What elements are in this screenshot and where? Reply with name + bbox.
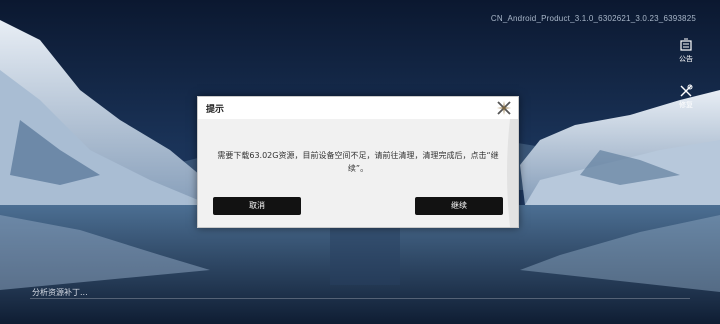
dialog-title: 提示 <box>206 105 225 115</box>
dialog-edge-decoration <box>507 119 518 227</box>
status-text: 分析资源补丁... <box>32 288 88 297</box>
continue-button[interactable]: 继续 <box>415 197 503 215</box>
dialog-body: 需要下载63.02G资源，目前设备空间不足，请前往清理，清理完成后，点击“继续”… <box>198 119 518 227</box>
close-button[interactable] <box>495 99 513 117</box>
notice-label: 公告 <box>679 55 693 63</box>
dialog-message: 需要下载63.02G资源，目前设备空间不足，请前往清理，清理完成后，点击“继续”… <box>217 151 499 173</box>
close-icon <box>497 101 511 115</box>
repair-label: 修复 <box>679 101 693 109</box>
progress-bar <box>30 298 690 299</box>
notice-button[interactable]: 公告 <box>672 38 700 64</box>
prompt-dialog: 提示 需要下载63.02G资源，目前设备空间不足，请前往清理，清理完成后，点击“… <box>197 96 519 228</box>
repair-button[interactable]: 修复 <box>672 84 700 110</box>
notice-icon <box>680 38 692 51</box>
cancel-button[interactable]: 取消 <box>213 197 301 215</box>
dialog-header: 提示 <box>198 97 518 119</box>
wrench-icon <box>680 84 693 97</box>
version-label: CN_Android_Product_3.1.0_6302621_3.0.23_… <box>490 14 696 23</box>
